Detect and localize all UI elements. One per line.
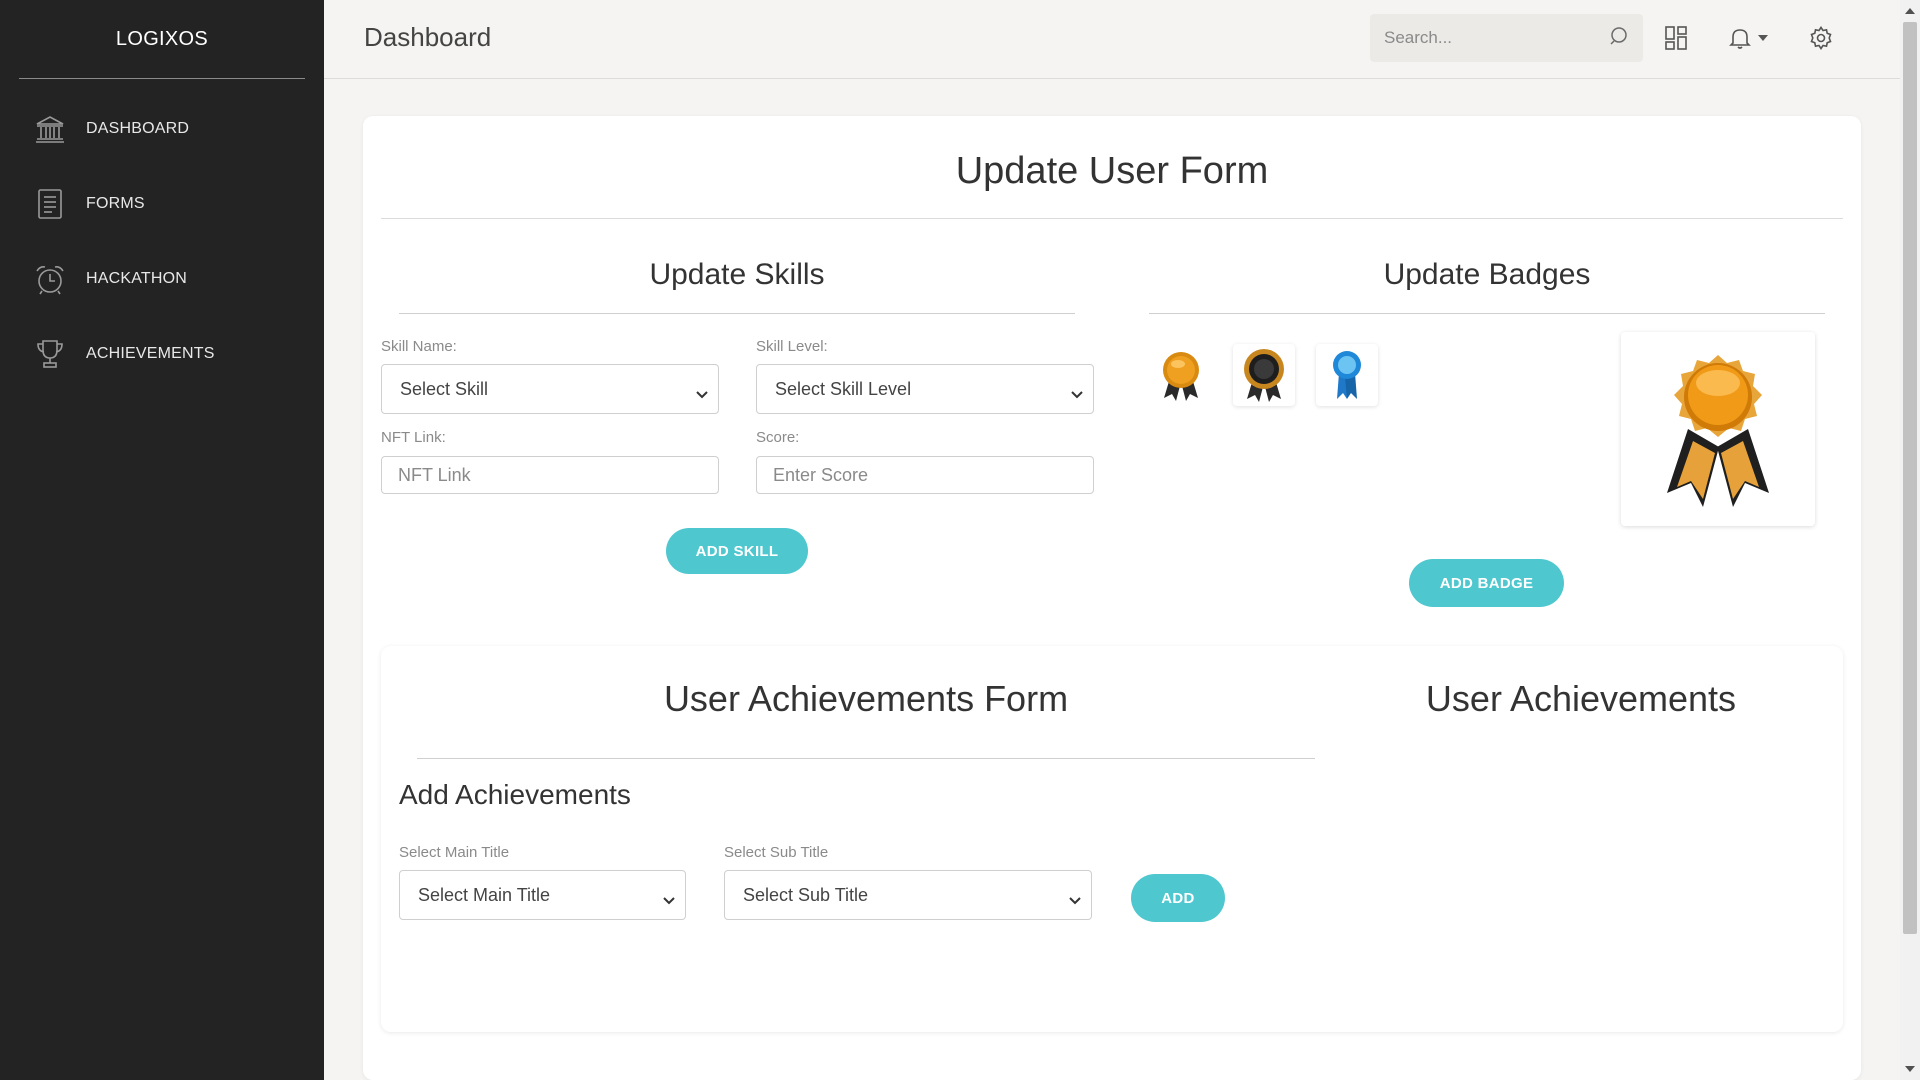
skill-name-label: Skill Name: [381, 338, 457, 355]
achievements-divider [417, 758, 1315, 759]
blue-ribbon-badge-icon[interactable] [1316, 344, 1378, 406]
bell-icon[interactable] [1726, 24, 1754, 52]
update-user-card: Update User Form Update Skills Skill Nam… [363, 116, 1861, 1080]
main-title-label: Select Main Title [399, 844, 510, 861]
chevron-down-icon [1071, 383, 1083, 404]
score-input[interactable] [756, 456, 1094, 494]
skill-name-value: Select Skill [400, 378, 489, 399]
form-title: Update User Form [381, 116, 1843, 219]
sidebar-item-achievements[interactable]: ACHIEVEMENTS [0, 316, 324, 391]
scroll-thumb[interactable] [1903, 22, 1917, 934]
main-title-value: Select Main Title [418, 884, 551, 905]
sub-title-label: Select Sub Title [724, 844, 829, 861]
brand-logo[interactable]: LOGIXOS [19, 0, 305, 79]
gold-rosette-badge-icon [1667, 355, 1769, 507]
search-box[interactable] [1370, 14, 1643, 62]
achievements-list-title: User Achievements [1425, 678, 1737, 719]
achievements-card: User Achievements Form User Achievements… [381, 646, 1843, 1032]
gold-medal-badge-icon[interactable] [1150, 344, 1212, 406]
sub-title-select[interactable]: Select Sub Title [724, 870, 1092, 920]
add-achievements-heading: Add Achievements [399, 779, 631, 810]
scroll-down-arrow[interactable] [1905, 1066, 1915, 1072]
page-title: Dashboard [364, 22, 492, 52]
nft-link-input[interactable] [381, 456, 719, 494]
skill-level-value: Select Skill Level [775, 378, 912, 399]
sidebar: LOGIXOS DASHBOARD FORMS HACKATHON ACHIEV… [0, 0, 324, 1080]
sidebar-item-forms[interactable]: FORMS [0, 166, 324, 241]
page-scrollbar[interactable] [1900, 0, 1920, 1080]
main-title-select[interactable]: Select Main Title [399, 870, 686, 920]
alarm-clock-icon [34, 262, 66, 296]
sidebar-item-label: ACHIEVEMENTS [86, 344, 215, 362]
skill-level-label: Skill Level: [756, 338, 828, 355]
black-rosette-badge-icon[interactable] [1233, 344, 1295, 406]
sidebar-item-hackathon[interactable]: HACKATHON [0, 241, 324, 316]
sidebar-item-label: HACKATHON [86, 269, 188, 287]
skill-name-select[interactable]: Select Skill [381, 364, 719, 414]
add-skill-button[interactable]: ADD SKILL [666, 528, 808, 574]
badges-divider [1149, 313, 1825, 314]
selected-badge-preview [1621, 332, 1815, 526]
sidebar-item-label: FORMS [86, 194, 145, 212]
search-icon[interactable] [1609, 26, 1629, 51]
caret-down-icon[interactable] [1756, 24, 1770, 52]
grid-icon[interactable] [1662, 24, 1690, 52]
sub-title-value: Select Sub Title [743, 884, 869, 905]
trophy-icon [34, 337, 66, 371]
chevron-down-icon [1069, 889, 1081, 910]
score-label: Score: [756, 429, 800, 446]
add-badge-button[interactable]: ADD BADGE [1409, 559, 1564, 607]
sidebar-nav: DASHBOARD FORMS HACKATHON ACHIEVEMENTS [0, 91, 324, 391]
topbar: Dashboard [324, 0, 1900, 79]
gear-icon[interactable] [1807, 24, 1835, 52]
add-achievement-button[interactable]: ADD [1131, 874, 1225, 922]
skills-divider [399, 313, 1075, 314]
scroll-up-arrow[interactable] [1905, 8, 1915, 14]
bank-icon [34, 112, 66, 146]
skill-level-select[interactable]: Select Skill Level [756, 364, 1094, 414]
document-icon [34, 187, 66, 221]
chevron-down-icon [663, 889, 675, 910]
badges-title: Update Badges [1383, 258, 1591, 291]
sidebar-item-dashboard[interactable]: DASHBOARD [0, 91, 324, 166]
chevron-down-icon [696, 383, 708, 404]
nft-link-label: NFT Link: [381, 429, 446, 446]
skills-title: Update Skills [649, 258, 825, 291]
sidebar-item-label: DASHBOARD [86, 119, 190, 137]
search-input[interactable] [1384, 28, 1609, 48]
achievements-form-title: User Achievements Form [663, 678, 1069, 719]
